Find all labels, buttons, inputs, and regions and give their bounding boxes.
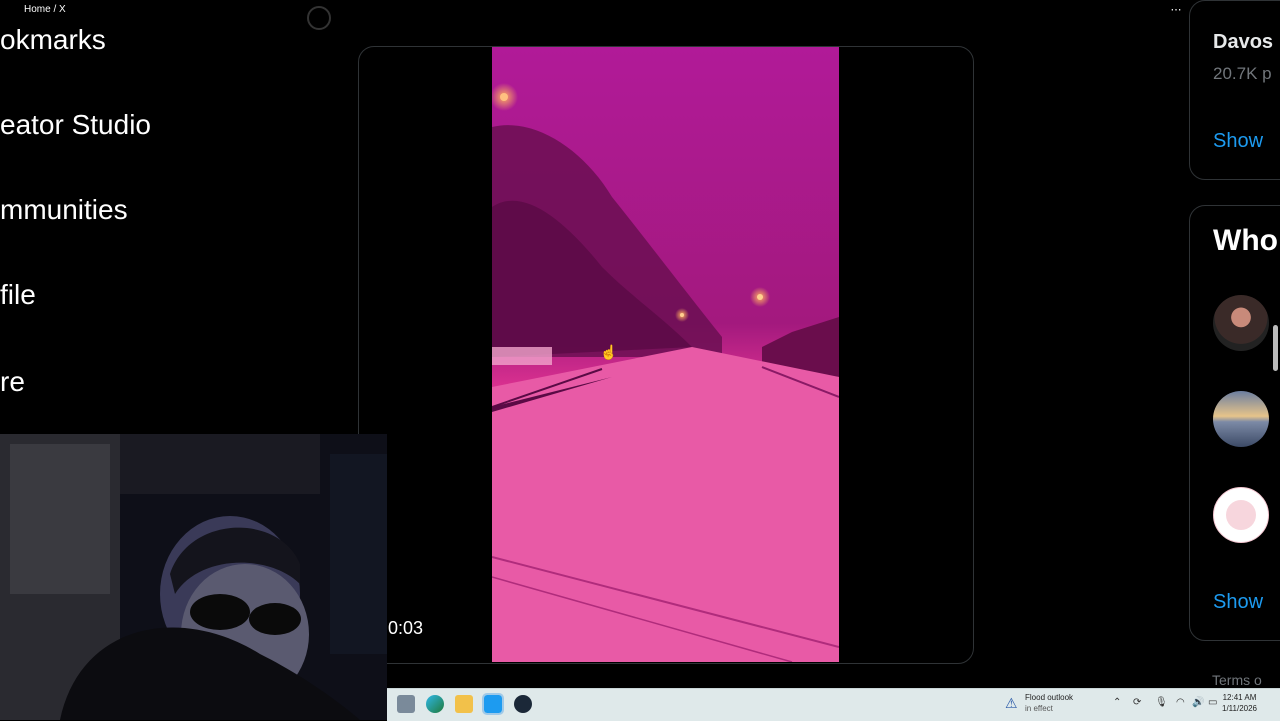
nav-item-bookmarks[interactable]: okmarks [0, 24, 106, 56]
nav-item-profile[interactable]: file [0, 279, 36, 311]
file-explorer-icon[interactable] [455, 695, 473, 713]
follow-avatar-1[interactable] [1213, 295, 1269, 351]
nav-item-creator-studio[interactable]: eator Studio [0, 109, 151, 141]
footer-terms-link[interactable]: Terms o [1212, 672, 1262, 688]
partial-avatar [307, 6, 331, 30]
steam-icon[interactable] [514, 695, 532, 713]
nav-item-communities[interactable]: mmunities [0, 194, 128, 226]
video-player[interactable] [492, 47, 839, 662]
trend-post-count: 20.7K p [1213, 64, 1272, 83]
wifi-icon[interactable]: ◠ [1176, 697, 1185, 708]
edge-browser-icon[interactable] [426, 695, 444, 713]
microphone-icon[interactable]: 🎙 [1155, 697, 1168, 708]
calculator-icon[interactable] [397, 695, 415, 713]
right-sidebar: Davos 20.7K p Show Who Show Terms o [1143, 0, 1280, 688]
video-duration: 0:03 [388, 618, 424, 638]
follow-avatar-3[interactable] [1213, 487, 1269, 543]
more-options-icon[interactable]: ⋯ [1169, 3, 1183, 17]
video-frame-image [492, 47, 839, 662]
show-more-trends-link[interactable]: Show [1213, 130, 1263, 153]
weather-alert-icon[interactable]: ⚠ [1005, 695, 1018, 712]
clock-time: 12:41 AM [1222, 693, 1257, 702]
trend-title[interactable]: Davos [1213, 31, 1273, 54]
volume-icon[interactable]: 🔊 [1192, 697, 1204, 708]
webcam-overlay [0, 434, 387, 720]
twitter-app-icon[interactable] [482, 693, 504, 715]
window-title-bar: Home / X ⋯ – ❐ ✕ [0, 0, 1280, 20]
clock-date: 1/11/2026 [1222, 704, 1257, 713]
who-to-follow-card: Who Show [1189, 205, 1280, 641]
trends-card: Davos 20.7K p Show [1189, 0, 1280, 180]
follow-avatar-2[interactable] [1213, 391, 1269, 447]
sync-icon[interactable]: ⟳ [1133, 697, 1141, 708]
weather-line-1[interactable]: Flood outlook [1025, 693, 1073, 702]
taskbar-clock[interactable]: 12:41 AM 1/11/2026 [1222, 692, 1257, 714]
hand-cursor-icon: ☝ [600, 344, 618, 360]
show-more-follow-link[interactable]: Show [1213, 591, 1263, 614]
who-to-follow-heading: Who [1213, 224, 1278, 257]
scrollbar-thumb[interactable] [1273, 325, 1278, 371]
avatar-logo-shape [1226, 500, 1256, 530]
battery-icon[interactable]: ▭ [1208, 697, 1217, 708]
show-hidden-icons-chevron-icon[interactable]: ⌃ [1113, 697, 1121, 708]
window-title: Home / X [24, 4, 66, 15]
webcam-image [0, 434, 387, 720]
left-navigation: okmarks eator Studio mmunities file re [0, 20, 264, 435]
nav-item-more[interactable]: re [0, 366, 25, 398]
weather-line-2[interactable]: in effect [1025, 704, 1053, 713]
